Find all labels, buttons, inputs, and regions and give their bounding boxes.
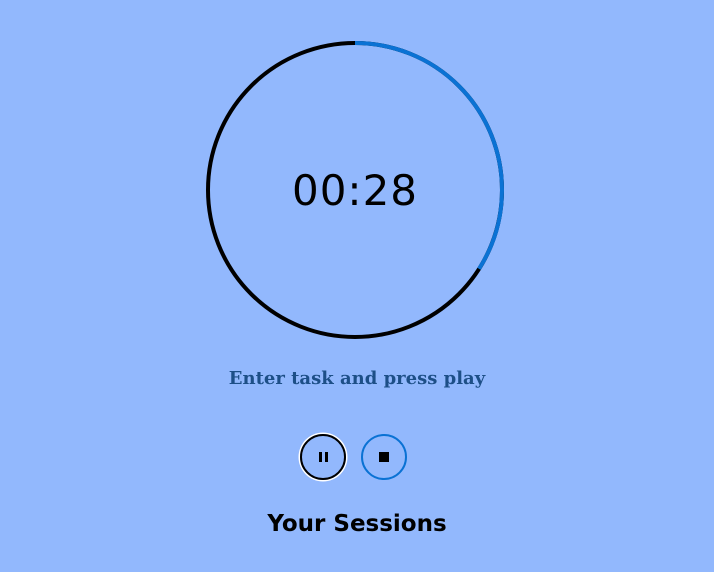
sessions-heading: Your Sessions (267, 511, 447, 537)
task-prompt: Enter task and press play (228, 368, 486, 389)
timer-page: 00:28 Enter task and press play Your Ses… (0, 0, 714, 572)
stop-button[interactable] (361, 434, 407, 480)
countdown-timer: 00:28 (204, 39, 506, 341)
stop-icon (379, 452, 389, 462)
pause-icon (318, 452, 328, 462)
timer-display: 00:28 (291, 165, 419, 215)
pause-button[interactable] (300, 434, 346, 480)
